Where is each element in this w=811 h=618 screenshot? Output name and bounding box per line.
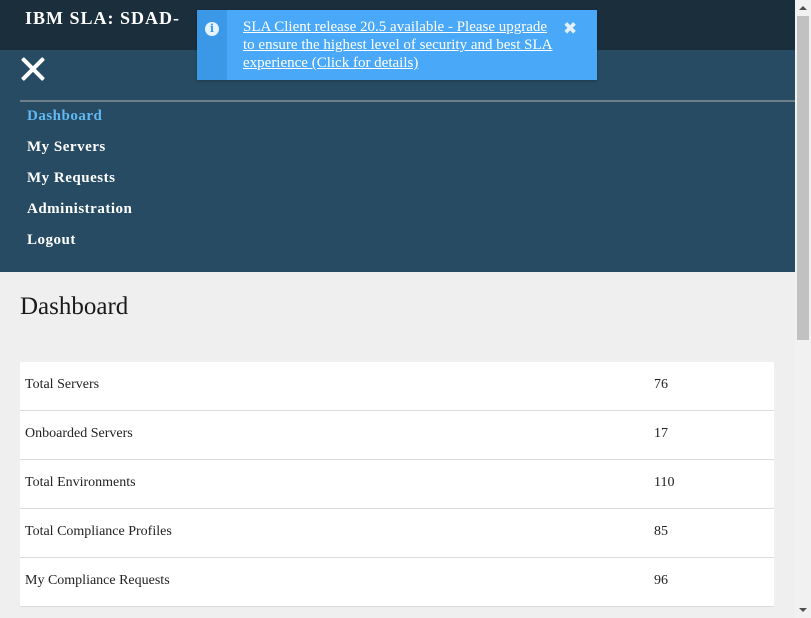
stats-table: Total Servers 76 Onboarded Servers 17 To…: [20, 362, 774, 607]
table-row: Total Compliance Profiles 85: [20, 509, 774, 558]
table-row: Total Environments 110: [20, 460, 774, 509]
close-icon[interactable]: [20, 56, 46, 82]
stat-value: 17: [654, 426, 668, 441]
nav-item-logout[interactable]: Logout: [27, 232, 76, 249]
nav-item-my-requests[interactable]: My Requests: [27, 170, 115, 187]
stat-label: Total Environments: [25, 475, 136, 490]
stat-label: Total Servers: [25, 377, 100, 392]
navigation-menu: [0, 50, 795, 272]
notification-link[interactable]: SLA Client release 20.5 available - Plea…: [243, 18, 555, 72]
info-icon: i: [205, 22, 219, 36]
stat-value: 76: [654, 377, 668, 392]
table-row: Onboarded Servers 17: [20, 411, 774, 460]
notification-icon-column: i: [197, 10, 227, 80]
table-row: Total Servers 76: [20, 362, 774, 411]
stat-value: 110: [654, 475, 675, 490]
stat-label: Total Compliance Profiles: [25, 524, 172, 539]
stat-label: My Compliance Requests: [25, 573, 170, 588]
scrollbar-thumb[interactable]: [797, 16, 809, 340]
stat-value: 85: [654, 524, 668, 539]
menu-divider: [20, 100, 795, 102]
stat-value: 96: [654, 573, 668, 588]
scroll-up-arrow[interactable]: [795, 0, 811, 16]
app-title: IBM SLA: SDAD-: [25, 8, 181, 28]
nav-item-dashboard[interactable]: Dashboard: [27, 108, 102, 125]
scroll-down-arrow[interactable]: [795, 602, 811, 618]
stat-label: Onboarded Servers: [25, 426, 133, 441]
vertical-scrollbar[interactable]: [795, 0, 811, 618]
table-row: My Compliance Requests 96: [20, 558, 774, 607]
nav-item-my-servers[interactable]: My Servers: [27, 139, 106, 156]
release-notification[interactable]: i SLA Client release 20.5 available - Pl…: [197, 10, 597, 80]
page-title: Dashboard: [20, 293, 129, 320]
close-icon[interactable]: ✖: [563, 19, 577, 39]
nav-item-administration[interactable]: Administration: [27, 201, 132, 218]
page: IBM SLA: SDAD- Dashboard My Servers My R…: [0, 0, 795, 618]
